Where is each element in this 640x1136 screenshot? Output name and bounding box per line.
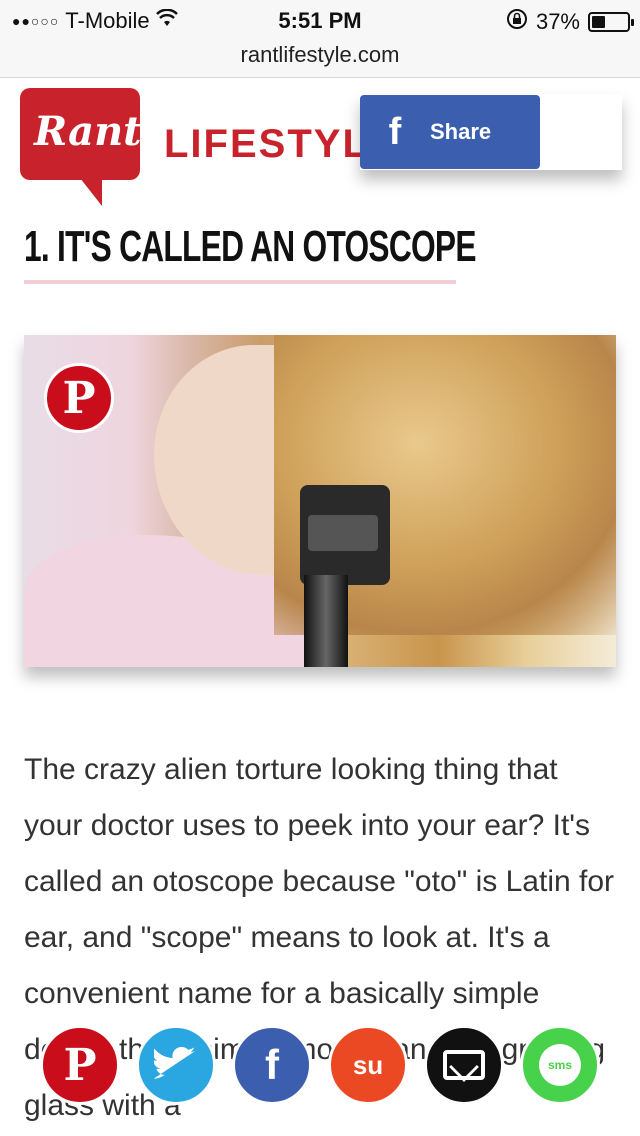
rotation-lock-icon (506, 8, 528, 36)
facebook-icon: f (388, 110, 402, 153)
social-share-bar: P f su sms (40, 1025, 610, 1107)
sms-share-button[interactable]: sms (520, 1025, 600, 1105)
stumbleupon-icon: su (352, 1049, 384, 1080)
twitter-icon (154, 1047, 196, 1079)
article-heading: 1. IT'S CALLED AN OTOSCOPE (24, 222, 476, 271)
facebook-icon: f (265, 1041, 279, 1088)
status-bar: ●●○○○ T-Mobile 5:51 PM 37% (0, 0, 640, 40)
image-otoscope-head (300, 485, 390, 585)
pinterest-icon: P (63, 1039, 97, 1091)
email-icon (443, 1050, 485, 1080)
status-right-group: 37% (506, 8, 634, 36)
url-text[interactable]: rantlifestyle.com (241, 42, 400, 67)
facebook-share-button-bottom[interactable]: f (232, 1025, 312, 1105)
url-bar[interactable]: rantlifestyle.com (0, 40, 640, 78)
article-image: P (24, 335, 616, 667)
share-label: Share (430, 119, 492, 144)
battery-icon (588, 12, 634, 32)
pinterest-share-button[interactable]: P (40, 1025, 120, 1105)
battery-percent: 37% (535, 9, 580, 34)
pinterest-pin-button[interactable]: P (44, 363, 114, 433)
facebook-share-button[interactable]: f Share (360, 95, 540, 169)
battery-level (592, 16, 605, 28)
heading-underline (24, 280, 456, 284)
stumbleupon-share-button[interactable]: su (328, 1025, 408, 1105)
logo-text: Rant (34, 108, 142, 155)
sms-icon: sms (539, 1044, 581, 1086)
pinterest-icon: P (62, 372, 96, 424)
brand-name: LIFESTYLE (164, 122, 364, 166)
email-share-button[interactable] (424, 1025, 504, 1105)
twitter-share-button[interactable] (136, 1025, 216, 1105)
site-logo[interactable]: Rant (20, 88, 142, 206)
image-otoscope-handle (304, 575, 348, 667)
